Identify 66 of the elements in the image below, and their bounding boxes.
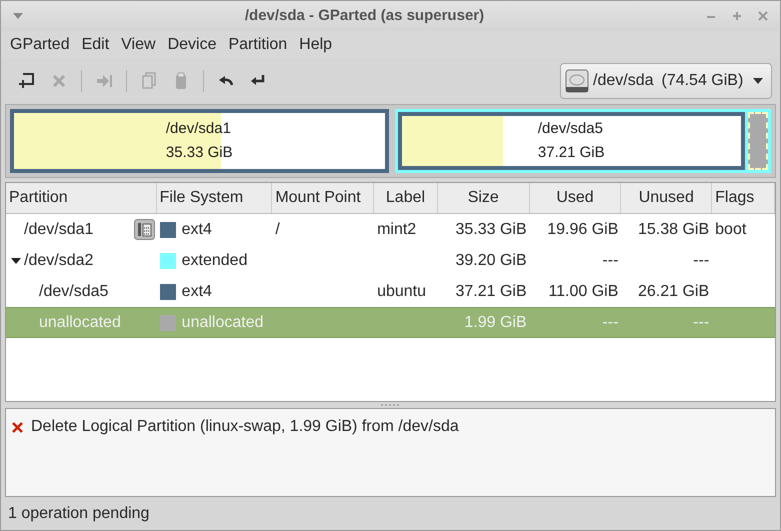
size-cell-text: 39.20 GiB: [455, 250, 527, 270]
used-cell-text: ---: [602, 312, 618, 332]
label-cell-text: mint2: [377, 220, 416, 240]
table-row[interactable]: /dev/sda2 extended 39.20 GiB --- ---: [6, 245, 775, 276]
delete-icon: [12, 422, 23, 432]
device-name: /dev/sda: [593, 71, 654, 91]
column-header[interactable]: Mount Point: [272, 183, 374, 213]
used-cell-text: ---: [602, 250, 618, 270]
expander-icon[interactable]: [11, 256, 21, 264]
partition-name: /dev/sda5: [538, 119, 603, 139]
menu-item[interactable]: GParted: [4, 32, 76, 56]
used-cell-text: 11.00 GiB: [548, 282, 618, 302]
close-icon[interactable]: [758, 11, 768, 21]
table-row[interactable]: /dev/sda5 ext4 ubuntu 37.21 GiB 11.00 GiB 26.21 GiB: [6, 276, 775, 307]
menu-item[interactable]: Device: [162, 32, 222, 56]
partition-cell-text: /dev/sda1: [24, 220, 94, 240]
unused-cell-text: 15.38 GiB: [638, 220, 710, 240]
operation-text: Delete Logical Partition (linux-swap, 1.99 GiB) from /dev/sda: [31, 417, 459, 437]
splitter-handle-icon[interactable]: [380, 404, 400, 406]
extended-partition-block[interactable]: /dev/sda5 37.21 GiB: [394, 109, 771, 173]
unused-cell-text: ---: [693, 250, 710, 270]
column-header[interactable]: File System: [156, 183, 272, 213]
column-header[interactable]: Size: [438, 183, 530, 213]
filesystem-cell-text: unallocated: [182, 312, 264, 332]
column-header[interactable]: Flags: [712, 183, 775, 213]
device-selector[interactable]: /dev/sda (74.54 GiB): [560, 63, 772, 99]
size-cell-text: 37.21 GiB: [456, 282, 527, 302]
filesystem-cell-text: ext4: [182, 282, 212, 302]
flags-cell-text: boot: [715, 220, 746, 240]
delete-icon: [50, 72, 68, 90]
resize-icon: [95, 72, 113, 90]
status-bar-text: 1 operation pending: [8, 504, 150, 524]
partition-cell-text: unallocated: [39, 312, 121, 332]
partition-cell-text: /dev/sda2: [24, 250, 94, 270]
size-cell-text: 1.99 GiB: [464, 312, 527, 332]
dropdown-caret-icon: [753, 78, 763, 84]
unused-cell-text: 26.21 GiB: [638, 282, 710, 302]
filesystem-cell-text: ext4: [182, 220, 212, 240]
device-size: (74.54 GiB): [661, 71, 744, 91]
column-header[interactable]: Label: [374, 183, 438, 213]
partition-size: 37.21 GiB: [538, 143, 605, 163]
column-header[interactable]: Used: [530, 183, 622, 213]
new-partition-icon: [18, 72, 36, 90]
partition-block[interactable]: /dev/sda1 35.33 GiB: [10, 109, 388, 173]
copy-icon: [140, 72, 158, 90]
unallocated-block[interactable]: [748, 112, 768, 170]
size-cell-text: 35.33 GiB: [455, 220, 527, 240]
window-title: /dev/sda - GParted (as superuser): [244, 6, 486, 26]
menu-item[interactable]: Partition: [222, 32, 294, 56]
unused-cell-text: ---: [693, 312, 710, 332]
label-cell-text: ubuntu: [377, 282, 426, 302]
menu-item[interactable]: View: [115, 32, 162, 56]
filesystem-cell-text: extended: [182, 250, 248, 270]
maximize-icon[interactable]: [732, 11, 742, 21]
mount-point-cell-text: /: [275, 220, 280, 240]
column-header[interactable]: Unused: [621, 183, 712, 213]
table-row[interactable]: /dev/sda1 ext4 / mint2 35.33 GiB 19.96 GiB 15.38 GiB boot: [6, 214, 775, 245]
used-cell-text: 19.96 GiB: [547, 220, 618, 240]
partition-block[interactable]: /dev/sda5 37.21 GiB: [398, 112, 745, 170]
menu-item[interactable]: Help: [293, 32, 338, 56]
partition-size: 35.33 GiB: [166, 143, 233, 163]
window-menu-icon[interactable]: [13, 12, 23, 20]
partition-name: /dev/sda1: [166, 119, 231, 139]
column-header[interactable]: Partition: [6, 183, 157, 213]
partition-cell-text: /dev/sda5: [39, 282, 108, 302]
menu-item[interactable]: Edit: [76, 32, 116, 56]
